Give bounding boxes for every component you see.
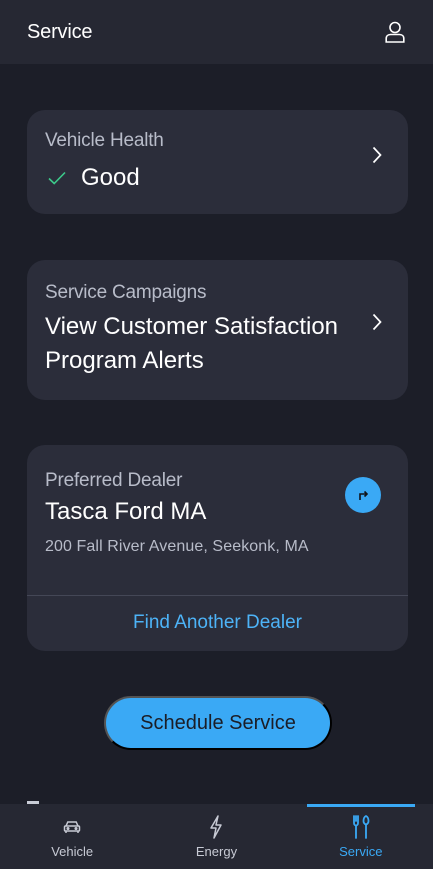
vehicle-health-label: Vehicle Health (45, 130, 164, 151)
preferred-dealer-card: Preferred Dealer Tasca Ford MA 200 Fall … (27, 445, 408, 651)
bottom-navigation: Vehicle Energy Service (0, 804, 433, 869)
nav-item-service[interactable]: Service (289, 804, 433, 869)
chevron-right-icon (366, 144, 388, 166)
nav-label-service: Service (339, 844, 383, 859)
dealer-info[interactable]: Preferred Dealer Tasca Ford MA 200 Fall … (27, 445, 408, 595)
vehicle-health-card[interactable]: Vehicle Health Good (27, 110, 408, 214)
service-campaigns-card[interactable]: Service Campaigns View Customer Satisfac… (27, 260, 408, 400)
vehicle-health-value: Good (81, 164, 140, 191)
nav-item-energy[interactable]: Energy (144, 804, 288, 869)
nav-label-vehicle: Vehicle (51, 844, 94, 859)
tools-icon (348, 814, 374, 840)
service-campaigns-label: Service Campaigns (45, 282, 207, 303)
lightning-icon (203, 814, 229, 840)
service-campaigns-title: View Customer Satisfaction Program Alert… (45, 313, 339, 374)
service-screen: Service Vehicle Health Good Service Camp… (0, 0, 433, 869)
checkmark-icon (48, 167, 70, 189)
dealer-name: Tasca Ford MA (45, 498, 207, 525)
directions-button[interactable] (345, 477, 381, 513)
car-icon (59, 814, 85, 840)
page-title: Service (27, 20, 93, 43)
active-tab-indicator (306, 804, 415, 807)
chevron-right-icon (366, 311, 388, 333)
schedule-service-button[interactable]: Schedule Service (104, 696, 332, 750)
nav-label-energy: Energy (195, 844, 238, 859)
nav-item-vehicle[interactable]: Vehicle (0, 804, 144, 869)
vehicle-health-status: Good (45, 164, 390, 192)
person-icon[interactable] (383, 20, 407, 44)
top-app-bar: Service (0, 0, 433, 64)
dealer-address: 200 Fall River Avenue, Seekonk, MA (45, 538, 309, 555)
find-another-dealer-link[interactable]: Find Another Dealer (27, 596, 408, 634)
preferred-dealer-label: Preferred Dealer (45, 470, 183, 491)
